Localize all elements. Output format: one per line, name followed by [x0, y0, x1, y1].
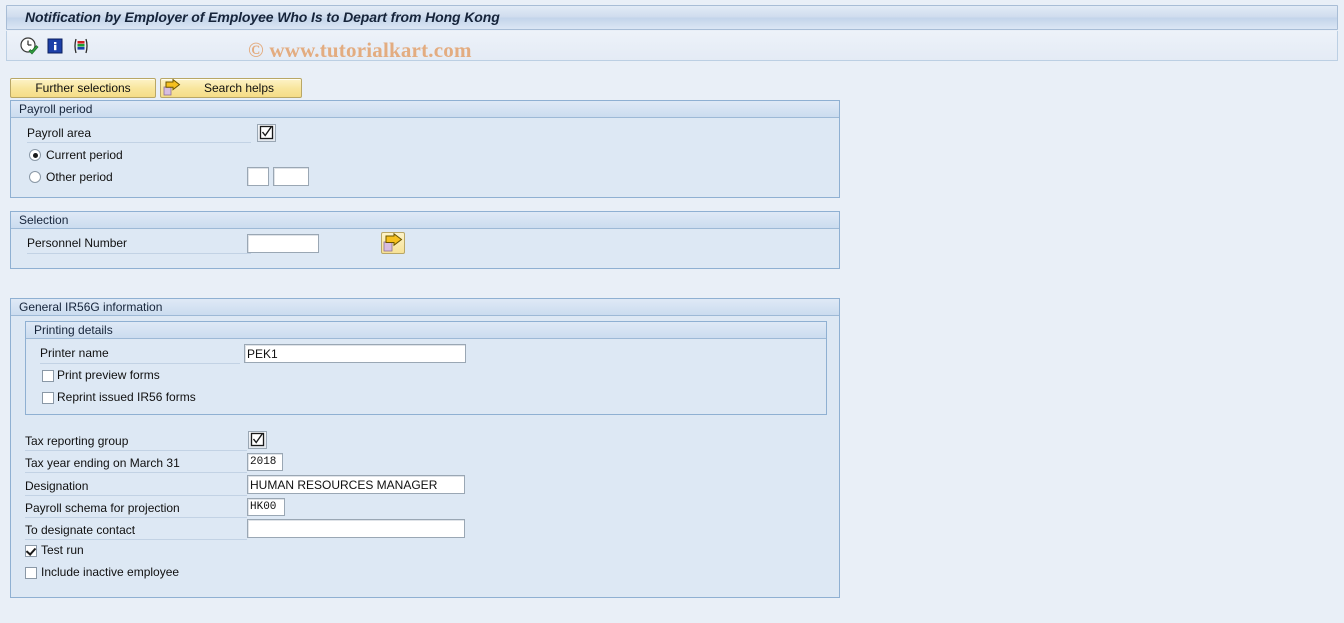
include-inactive-employee-label: Include inactive employee	[41, 565, 180, 579]
printing-details-header: Printing details	[26, 322, 826, 339]
window-title-bar: Notification by Employer of Employee Who…	[6, 5, 1338, 30]
designate-contact-underline	[25, 539, 247, 540]
test-run-label: Test run	[41, 543, 84, 557]
general-ir56g-group: General IR56G information Printing detai…	[10, 298, 840, 598]
personnel-number-input[interactable]	[247, 234, 319, 253]
payroll-period-header-label: Payroll period	[19, 102, 93, 116]
application-toolbar	[6, 31, 1338, 61]
checkbox-print-preview-forms[interactable]	[42, 370, 54, 382]
search-helps-button[interactable]: Search helps	[160, 78, 302, 98]
tax-reporting-group-underline	[25, 450, 247, 451]
designation-input[interactable]	[247, 475, 465, 494]
further-selections-button[interactable]: Further selections	[10, 78, 156, 98]
info-icon[interactable]	[45, 36, 65, 56]
payroll-period-header: Payroll period	[11, 101, 839, 118]
execute-clock-icon[interactable]	[19, 36, 39, 56]
tax-reporting-group-multi-select-button[interactable]	[248, 431, 267, 449]
page-title: Notification by Employer of Employee Who…	[25, 9, 500, 25]
radio-other-period[interactable]	[29, 171, 41, 183]
current-period-label: Current period	[46, 148, 123, 162]
designation-label: Designation	[25, 479, 89, 493]
payroll-area-multi-select-button[interactable]	[257, 124, 276, 142]
print-preview-forms-label: Print preview forms	[57, 368, 160, 382]
tax-year-underline	[25, 472, 247, 473]
designate-contact-label: To designate contact	[25, 523, 136, 537]
tax-year-label: Tax year ending on March 31	[25, 456, 180, 470]
tax-reporting-group-label: Tax reporting group	[25, 434, 129, 448]
designation-underline	[25, 495, 247, 496]
personnel-number-underline	[27, 253, 251, 254]
payroll-schema-input[interactable]	[247, 498, 285, 516]
general-ir56g-header-label: General IR56G information	[19, 300, 163, 314]
payroll-schema-label: Payroll schema for projection	[25, 501, 180, 515]
reprint-issued-forms-label: Reprint issued IR56 forms	[57, 390, 196, 404]
radio-current-period[interactable]	[29, 149, 41, 161]
designate-contact-input[interactable]	[247, 519, 465, 538]
selection-group: Selection Personnel Number	[10, 211, 840, 269]
payroll-area-label: Payroll area	[27, 126, 92, 140]
printing-details-group: Printing details Printer name Print prev…	[25, 321, 827, 415]
checkbox-reprint-issued-forms[interactable]	[42, 392, 54, 404]
other-period-label: Other period	[46, 170, 113, 184]
tax-year-input[interactable]	[247, 453, 283, 471]
payroll-period-group: Payroll period Payroll area Current peri…	[10, 100, 840, 198]
other-period-input-2[interactable]	[273, 167, 309, 186]
other-period-input-1[interactable]	[247, 167, 269, 186]
printer-name-underline	[40, 363, 240, 364]
watermark-text: © www.tutorialkart.com	[248, 38, 472, 62]
selection-header: Selection	[11, 212, 839, 229]
checkbox-include-inactive-employee[interactable]	[25, 567, 37, 579]
printing-details-header-label: Printing details	[34, 323, 113, 337]
checkbox-test-run[interactable]	[25, 545, 37, 557]
general-ir56g-header: General IR56G information	[11, 299, 839, 316]
variant-icon[interactable]	[71, 36, 91, 56]
printer-name-label: Printer name	[40, 346, 109, 360]
payroll-schema-underline	[25, 517, 247, 518]
payroll-area-underline	[27, 142, 251, 143]
printer-name-input[interactable]	[244, 344, 466, 363]
selection-header-label: Selection	[19, 213, 69, 227]
personnel-number-label: Personnel Number	[27, 236, 128, 250]
personnel-number-multi-select-button[interactable]	[381, 232, 405, 254]
